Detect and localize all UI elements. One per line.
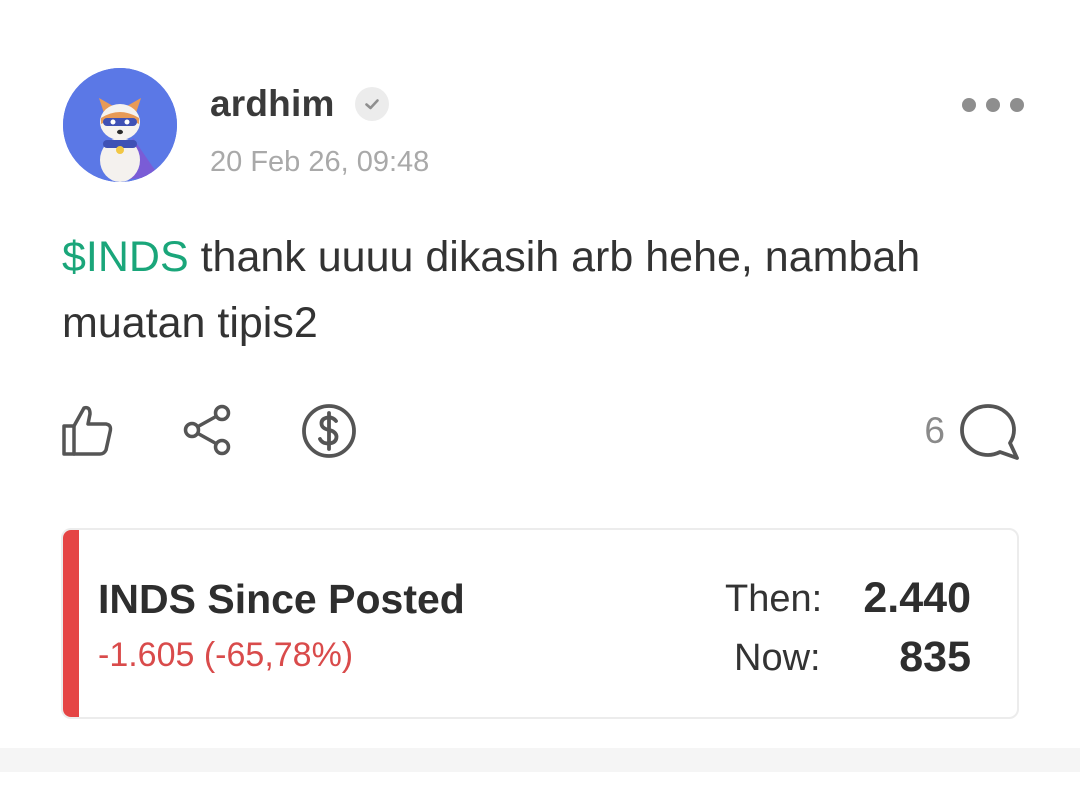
post-timestamp: 20 Feb 26, 09:48 <box>210 146 430 178</box>
cashtag-link[interactable]: $INDS <box>62 233 189 281</box>
comment-icon <box>960 404 1019 460</box>
tip-button[interactable] <box>300 402 358 460</box>
post-body: $INDS thank uuuu dikasih arb hehe, namba… <box>62 224 1042 356</box>
dot-icon <box>962 98 976 112</box>
dog-avatar-icon <box>63 68 177 182</box>
stock-performance-card[interactable]: INDS Since Posted -1.605 (-65,78%) Then:… <box>61 528 1019 719</box>
comment-count: 6 <box>924 410 945 451</box>
share-icon <box>183 404 231 456</box>
then-price: 2.440 <box>863 574 971 622</box>
stock-card-title: INDS Since Posted <box>98 576 465 622</box>
post-text: thank uuuu dikasih arb hehe, nambah muat… <box>62 233 921 347</box>
stock-price-change: -1.605 (-65,78%) <box>98 636 354 674</box>
now-label: Now: <box>734 637 821 679</box>
post-card: ardhim 20 Feb 26, 09:48 $INDS thank uuuu… <box>0 0 1080 728</box>
now-price: 835 <box>899 633 971 681</box>
feed-separator <box>0 748 1080 772</box>
verified-badge <box>354 87 389 121</box>
dollar-icon <box>302 404 356 458</box>
like-button[interactable] <box>60 402 116 458</box>
author-row: ardhim <box>210 82 389 126</box>
thumbs-up-icon <box>62 405 113 456</box>
dot-icon <box>1010 98 1024 112</box>
avatar[interactable] <box>63 68 177 182</box>
check-icon <box>364 99 379 110</box>
more-options-button[interactable] <box>962 93 1024 117</box>
comment-button[interactable] <box>958 402 1020 462</box>
username[interactable]: ardhim <box>210 83 335 125</box>
negative-accent-bar <box>63 530 79 717</box>
dot-icon <box>986 98 1000 112</box>
then-label: Then: <box>725 578 823 620</box>
share-button[interactable] <box>182 404 234 456</box>
